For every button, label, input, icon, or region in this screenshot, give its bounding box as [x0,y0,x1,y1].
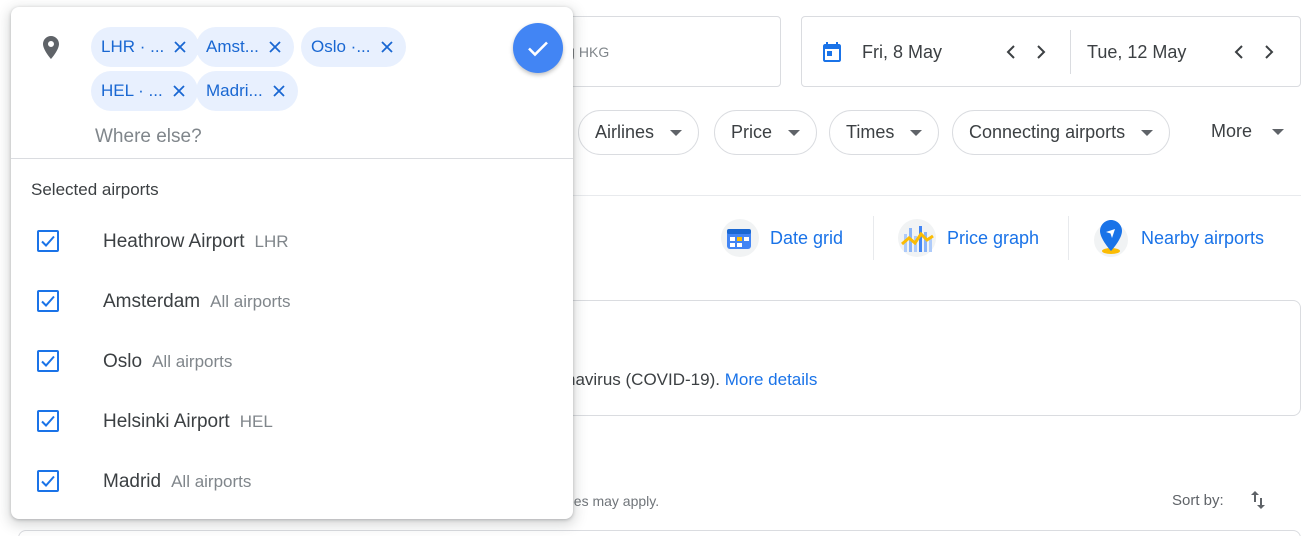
airport-name: Oslo [103,351,143,372]
chevron-left-icon[interactable] [999,40,1023,64]
airport-row[interactable]: Heathrow Airport LHR [11,210,573,270]
airport-tag[interactable]: Oslo ·... [301,27,406,67]
more-filters-button[interactable]: More [1211,121,1285,142]
airport-tag[interactable]: HEL · ... [91,71,198,111]
close-icon[interactable] [380,40,394,54]
selected-airports-heading: Selected airports [31,180,159,199]
sort-icon[interactable] [1246,488,1270,512]
checkbox-checked-icon[interactable] [37,290,59,312]
tool-divider [873,216,874,260]
chevron-right-icon[interactable] [1029,40,1053,64]
tool-divider [1068,216,1069,260]
close-icon[interactable] [268,40,282,54]
popup-divider [11,158,573,159]
airport-code: All airports [210,292,291,311]
close-icon[interactable] [173,40,187,54]
more-details-link[interactable]: More details [725,370,818,389]
airport-code: HEL [239,412,273,431]
close-icon[interactable] [172,84,186,98]
checkbox-checked-icon[interactable] [37,470,59,492]
return-date[interactable]: Tue, 12 May [1087,42,1186,63]
chevron-left-icon[interactable] [1227,40,1251,64]
calendar-icon [823,42,841,62]
covid-notice-text: navirus (COVID-19). More details [566,370,818,389]
airport-name: Heathrow Airport [103,231,245,252]
check-icon [528,41,548,57]
airport-row[interactable]: Madrid All airports [11,450,573,510]
airport-tag[interactable]: Amst... [196,27,294,67]
chevron-right-icon[interactable] [1257,40,1281,64]
airport-code: LHR [254,232,289,251]
sort-by-label: Sort by: [1172,492,1224,509]
fees-note: ees may apply. [566,493,660,509]
filter-connecting-airports[interactable]: Connecting airports [952,110,1171,155]
checkbox-checked-icon[interactable] [37,230,59,252]
location-pin-icon [43,36,59,59]
date-grid-icon [721,219,759,257]
filter-airlines[interactable]: Airlines [578,110,700,155]
result-card[interactable] [18,530,1301,536]
nearby-airports-button[interactable]: Nearby airports [1091,216,1264,260]
price-graph-button[interactable]: Price graph [897,216,1039,260]
airport-code: All airports [152,352,233,371]
covid-notice-card [520,300,1301,416]
airport-name: Madrid [103,471,162,492]
airport-name: Amsterdam [103,291,201,312]
checkbox-checked-icon[interactable] [37,410,59,432]
where-else-input[interactable]: Where else? [95,126,202,148]
airport-row[interactable]: Amsterdam All airports [11,270,573,330]
caret-down-icon [1141,129,1154,136]
close-icon[interactable] [272,84,286,98]
date-grid-button[interactable]: Date grid [720,216,843,260]
caret-down-icon [670,129,683,136]
airport-picker-popup: LHR · ... Amst... Oslo ·... HEL · ... Ma… [11,7,573,519]
price-graph-icon [898,219,936,257]
filter-price[interactable]: Price [714,110,818,155]
divider [573,195,1301,196]
date-divider [1070,30,1071,74]
caret-down-icon [910,129,923,136]
filter-times[interactable]: Times [829,110,940,155]
airport-tag[interactable]: LHR · ... [91,27,200,67]
caret-down-icon [788,129,801,136]
airport-name: Helsinki Airport [103,411,230,432]
airport-code: All airports [171,472,252,491]
done-button[interactable] [513,23,563,73]
checkbox-checked-icon[interactable] [37,350,59,372]
airport-row[interactable]: Oslo All airports [11,330,573,390]
nearby-airports-icon [1094,220,1128,257]
airport-tag[interactable]: Madri... [196,71,298,111]
departure-date[interactable]: Fri, 8 May [862,42,942,63]
airport-row[interactable]: Helsinki Airport HEL [11,390,573,450]
caret-down-icon [1272,128,1285,135]
